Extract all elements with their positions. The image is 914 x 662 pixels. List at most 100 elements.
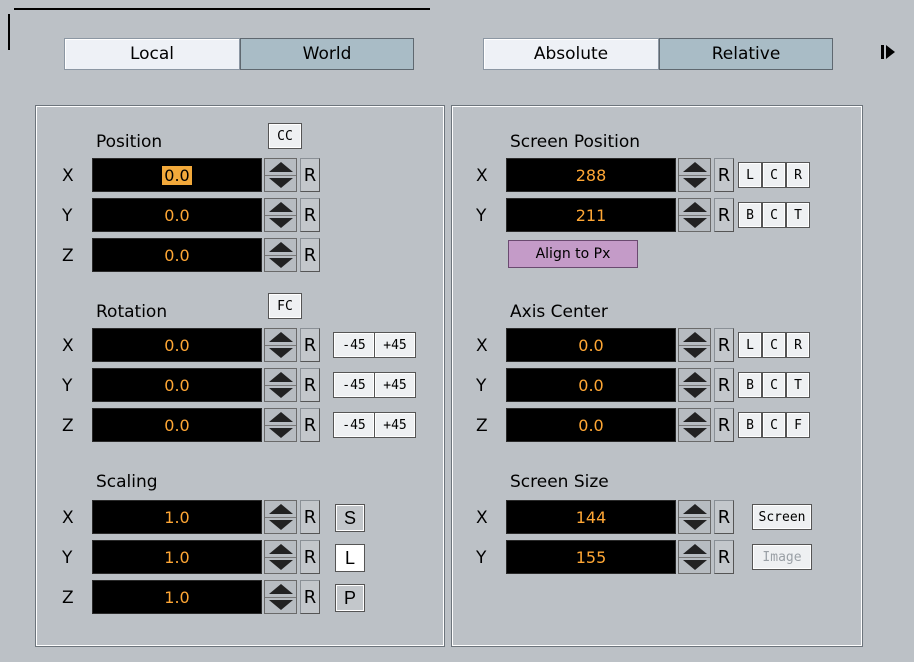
- increment-button[interactable]: [265, 369, 296, 386]
- decrement-button[interactable]: [265, 346, 296, 362]
- axis-center-z-f-button[interactable]: F: [786, 412, 810, 438]
- screen-position-x-c-button[interactable]: C: [762, 162, 786, 188]
- screen-position-y-b-button[interactable]: B: [738, 202, 762, 228]
- axis-center-y-b-button[interactable]: B: [738, 372, 762, 398]
- screen-button[interactable]: Screen: [752, 504, 812, 530]
- axis-center-y-spinner[interactable]: [678, 368, 711, 402]
- decrement-button[interactable]: [679, 558, 710, 574]
- screen-position-y-c-button[interactable]: C: [762, 202, 786, 228]
- decrement-button[interactable]: [265, 216, 296, 232]
- axis-center-y-t-button[interactable]: T: [786, 372, 810, 398]
- scaling-y-value-field[interactable]: 1.0: [92, 540, 262, 574]
- screen-position-y-t-button[interactable]: T: [786, 202, 810, 228]
- increment-button[interactable]: [679, 501, 710, 518]
- rotation-y-spinner[interactable]: [264, 368, 297, 402]
- position-y-spinner[interactable]: [264, 198, 297, 232]
- screen-position-y-reset-button[interactable]: R: [714, 198, 734, 232]
- scaling-y-reset-button[interactable]: R: [300, 540, 320, 574]
- scaling-z-value-field[interactable]: 1.0: [92, 580, 262, 614]
- axis-center-z-value-field[interactable]: 0.0: [506, 408, 676, 442]
- decrement-button[interactable]: [265, 518, 296, 534]
- position-cc-button[interactable]: CC: [268, 123, 302, 149]
- screen-size-x-value-field[interactable]: 144: [506, 500, 676, 534]
- scaling-x-reset-button[interactable]: R: [300, 500, 320, 534]
- increment-button[interactable]: [265, 199, 296, 216]
- axis-center-x-c-button[interactable]: C: [762, 332, 786, 358]
- screen-size-y-spinner[interactable]: [678, 540, 711, 574]
- rotation-z-spinner[interactable]: [264, 408, 297, 442]
- axis-center-z-reset-button[interactable]: R: [714, 408, 734, 442]
- rotation-z-plus45-button[interactable]: +45: [374, 412, 416, 438]
- world-toggle[interactable]: World: [240, 38, 414, 70]
- decrement-button[interactable]: [265, 386, 296, 402]
- increment-button[interactable]: [265, 581, 296, 598]
- rotation-x-spinner[interactable]: [264, 328, 297, 362]
- increment-button[interactable]: [265, 541, 296, 558]
- decrement-button[interactable]: [679, 426, 710, 442]
- decrement-button[interactable]: [265, 256, 296, 272]
- decrement-button[interactable]: [265, 176, 296, 192]
- position-z-value-field[interactable]: 0.0: [92, 238, 262, 272]
- decrement-button[interactable]: [679, 216, 710, 232]
- screen-size-y-value-field[interactable]: 155: [506, 540, 676, 574]
- position-x-reset-button[interactable]: R: [300, 158, 320, 192]
- screen-position-y-value-field[interactable]: 211: [506, 198, 676, 232]
- decrement-button[interactable]: [679, 176, 710, 192]
- decrement-button[interactable]: [265, 598, 296, 614]
- align-to-px-button[interactable]: Align to Px: [508, 240, 638, 268]
- scaling-x-s-button[interactable]: S: [335, 504, 365, 532]
- position-x-value-field[interactable]: 0.0: [92, 158, 262, 192]
- rotation-y-plus45-button[interactable]: +45: [374, 372, 416, 398]
- decrement-button[interactable]: [679, 518, 710, 534]
- screen-size-x-spinner[interactable]: [678, 500, 711, 534]
- increment-button[interactable]: [265, 409, 296, 426]
- axis-center-x-spinner[interactable]: [678, 328, 711, 362]
- increment-button[interactable]: [679, 199, 710, 216]
- axis-center-y-c-button[interactable]: C: [762, 372, 786, 398]
- rotation-fc-button[interactable]: FC: [268, 293, 302, 319]
- increment-button[interactable]: [265, 159, 296, 176]
- rotation-y-value-field[interactable]: 0.0: [92, 368, 262, 402]
- decrement-button[interactable]: [679, 346, 710, 362]
- axis-center-z-b-button[interactable]: B: [738, 412, 762, 438]
- rotation-y-reset-button[interactable]: R: [300, 368, 320, 402]
- rotation-z-minus45-button[interactable]: -45: [333, 412, 375, 438]
- increment-button[interactable]: [679, 541, 710, 558]
- increment-button[interactable]: [679, 159, 710, 176]
- screen-position-x-l-button[interactable]: L: [738, 162, 762, 188]
- scaling-y-spinner[interactable]: [264, 540, 297, 574]
- increment-button[interactable]: [265, 239, 296, 256]
- increment-button[interactable]: [679, 409, 710, 426]
- axis-center-z-c-button[interactable]: C: [762, 412, 786, 438]
- increment-button[interactable]: [265, 329, 296, 346]
- screen-position-x-value-field[interactable]: 288: [506, 158, 676, 192]
- axis-center-y-reset-button[interactable]: R: [714, 368, 734, 402]
- screen-position-x-reset-button[interactable]: R: [714, 158, 734, 192]
- scaling-y-l-button[interactable]: L: [335, 544, 365, 572]
- increment-button[interactable]: [679, 329, 710, 346]
- position-x-spinner[interactable]: [264, 158, 297, 192]
- screen-position-y-spinner[interactable]: [678, 198, 711, 232]
- rotation-z-reset-button[interactable]: R: [300, 408, 320, 442]
- scaling-z-p-button[interactable]: P: [335, 584, 365, 612]
- increment-button[interactable]: [679, 369, 710, 386]
- screen-size-x-reset-button[interactable]: R: [714, 500, 734, 534]
- increment-button[interactable]: [265, 501, 296, 518]
- position-z-reset-button[interactable]: R: [300, 238, 320, 272]
- decrement-button[interactable]: [265, 558, 296, 574]
- play-icon[interactable]: [880, 42, 896, 62]
- screen-position-x-r-button[interactable]: R: [786, 162, 810, 188]
- rotation-z-value-field[interactable]: 0.0: [92, 408, 262, 442]
- absolute-toggle[interactable]: Absolute: [483, 38, 659, 70]
- rotation-x-minus45-button[interactable]: -45: [333, 332, 375, 358]
- position-y-reset-button[interactable]: R: [300, 198, 320, 232]
- axis-center-z-spinner[interactable]: [678, 408, 711, 442]
- position-y-value-field[interactable]: 0.0: [92, 198, 262, 232]
- rotation-x-reset-button[interactable]: R: [300, 328, 320, 362]
- axis-center-x-l-button[interactable]: L: [738, 332, 762, 358]
- rotation-y-minus45-button[interactable]: -45: [333, 372, 375, 398]
- scaling-z-reset-button[interactable]: R: [300, 580, 320, 614]
- scaling-z-spinner[interactable]: [264, 580, 297, 614]
- decrement-button[interactable]: [679, 386, 710, 402]
- decrement-button[interactable]: [265, 426, 296, 442]
